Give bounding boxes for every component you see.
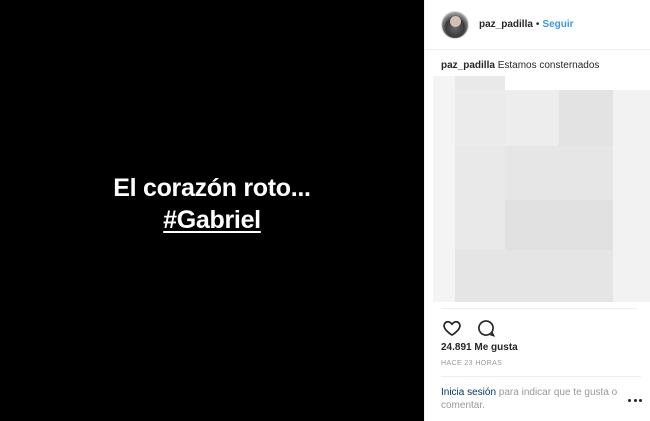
caption: paz_padilla Estamos consternados [441, 60, 599, 71]
login-divider [441, 376, 641, 377]
action-bar [441, 317, 641, 339]
media-line-1: El corazón roto... [113, 173, 311, 202]
post-media[interactable]: El corazón roto... #Gabriel [0, 0, 424, 421]
heart-icon[interactable] [441, 317, 463, 339]
comment-icon[interactable] [475, 317, 497, 339]
post-username[interactable]: paz_padilla [479, 19, 533, 30]
avatar[interactable] [441, 10, 469, 39]
media-text: El corazón roto... #Gabriel [113, 172, 311, 236]
login-link[interactable]: Inicia sesión [441, 387, 496, 398]
caption-text: Estamos consternados [497, 60, 600, 71]
post-side-panel: paz_padilla • Seguir paz_padilla Estamos… [424, 0, 650, 421]
follow-button[interactable]: Seguir [542, 19, 573, 30]
caption-username[interactable]: paz_padilla [441, 60, 495, 71]
comments-placeholder [433, 76, 650, 302]
post-header: paz_padilla • Seguir [425, 0, 650, 50]
login-prompt: Inicia sesión para indicar que te gusta … [441, 386, 631, 412]
actions-divider [441, 308, 637, 309]
post-timestamp[interactable]: HACE 23 HORAS [441, 360, 502, 367]
media-hashtag: #Gabriel [163, 205, 261, 234]
likes-count[interactable]: 24.891 Me gusta [441, 342, 518, 353]
separator-dot: • [535, 19, 540, 30]
more-options-icon[interactable] [628, 396, 642, 404]
